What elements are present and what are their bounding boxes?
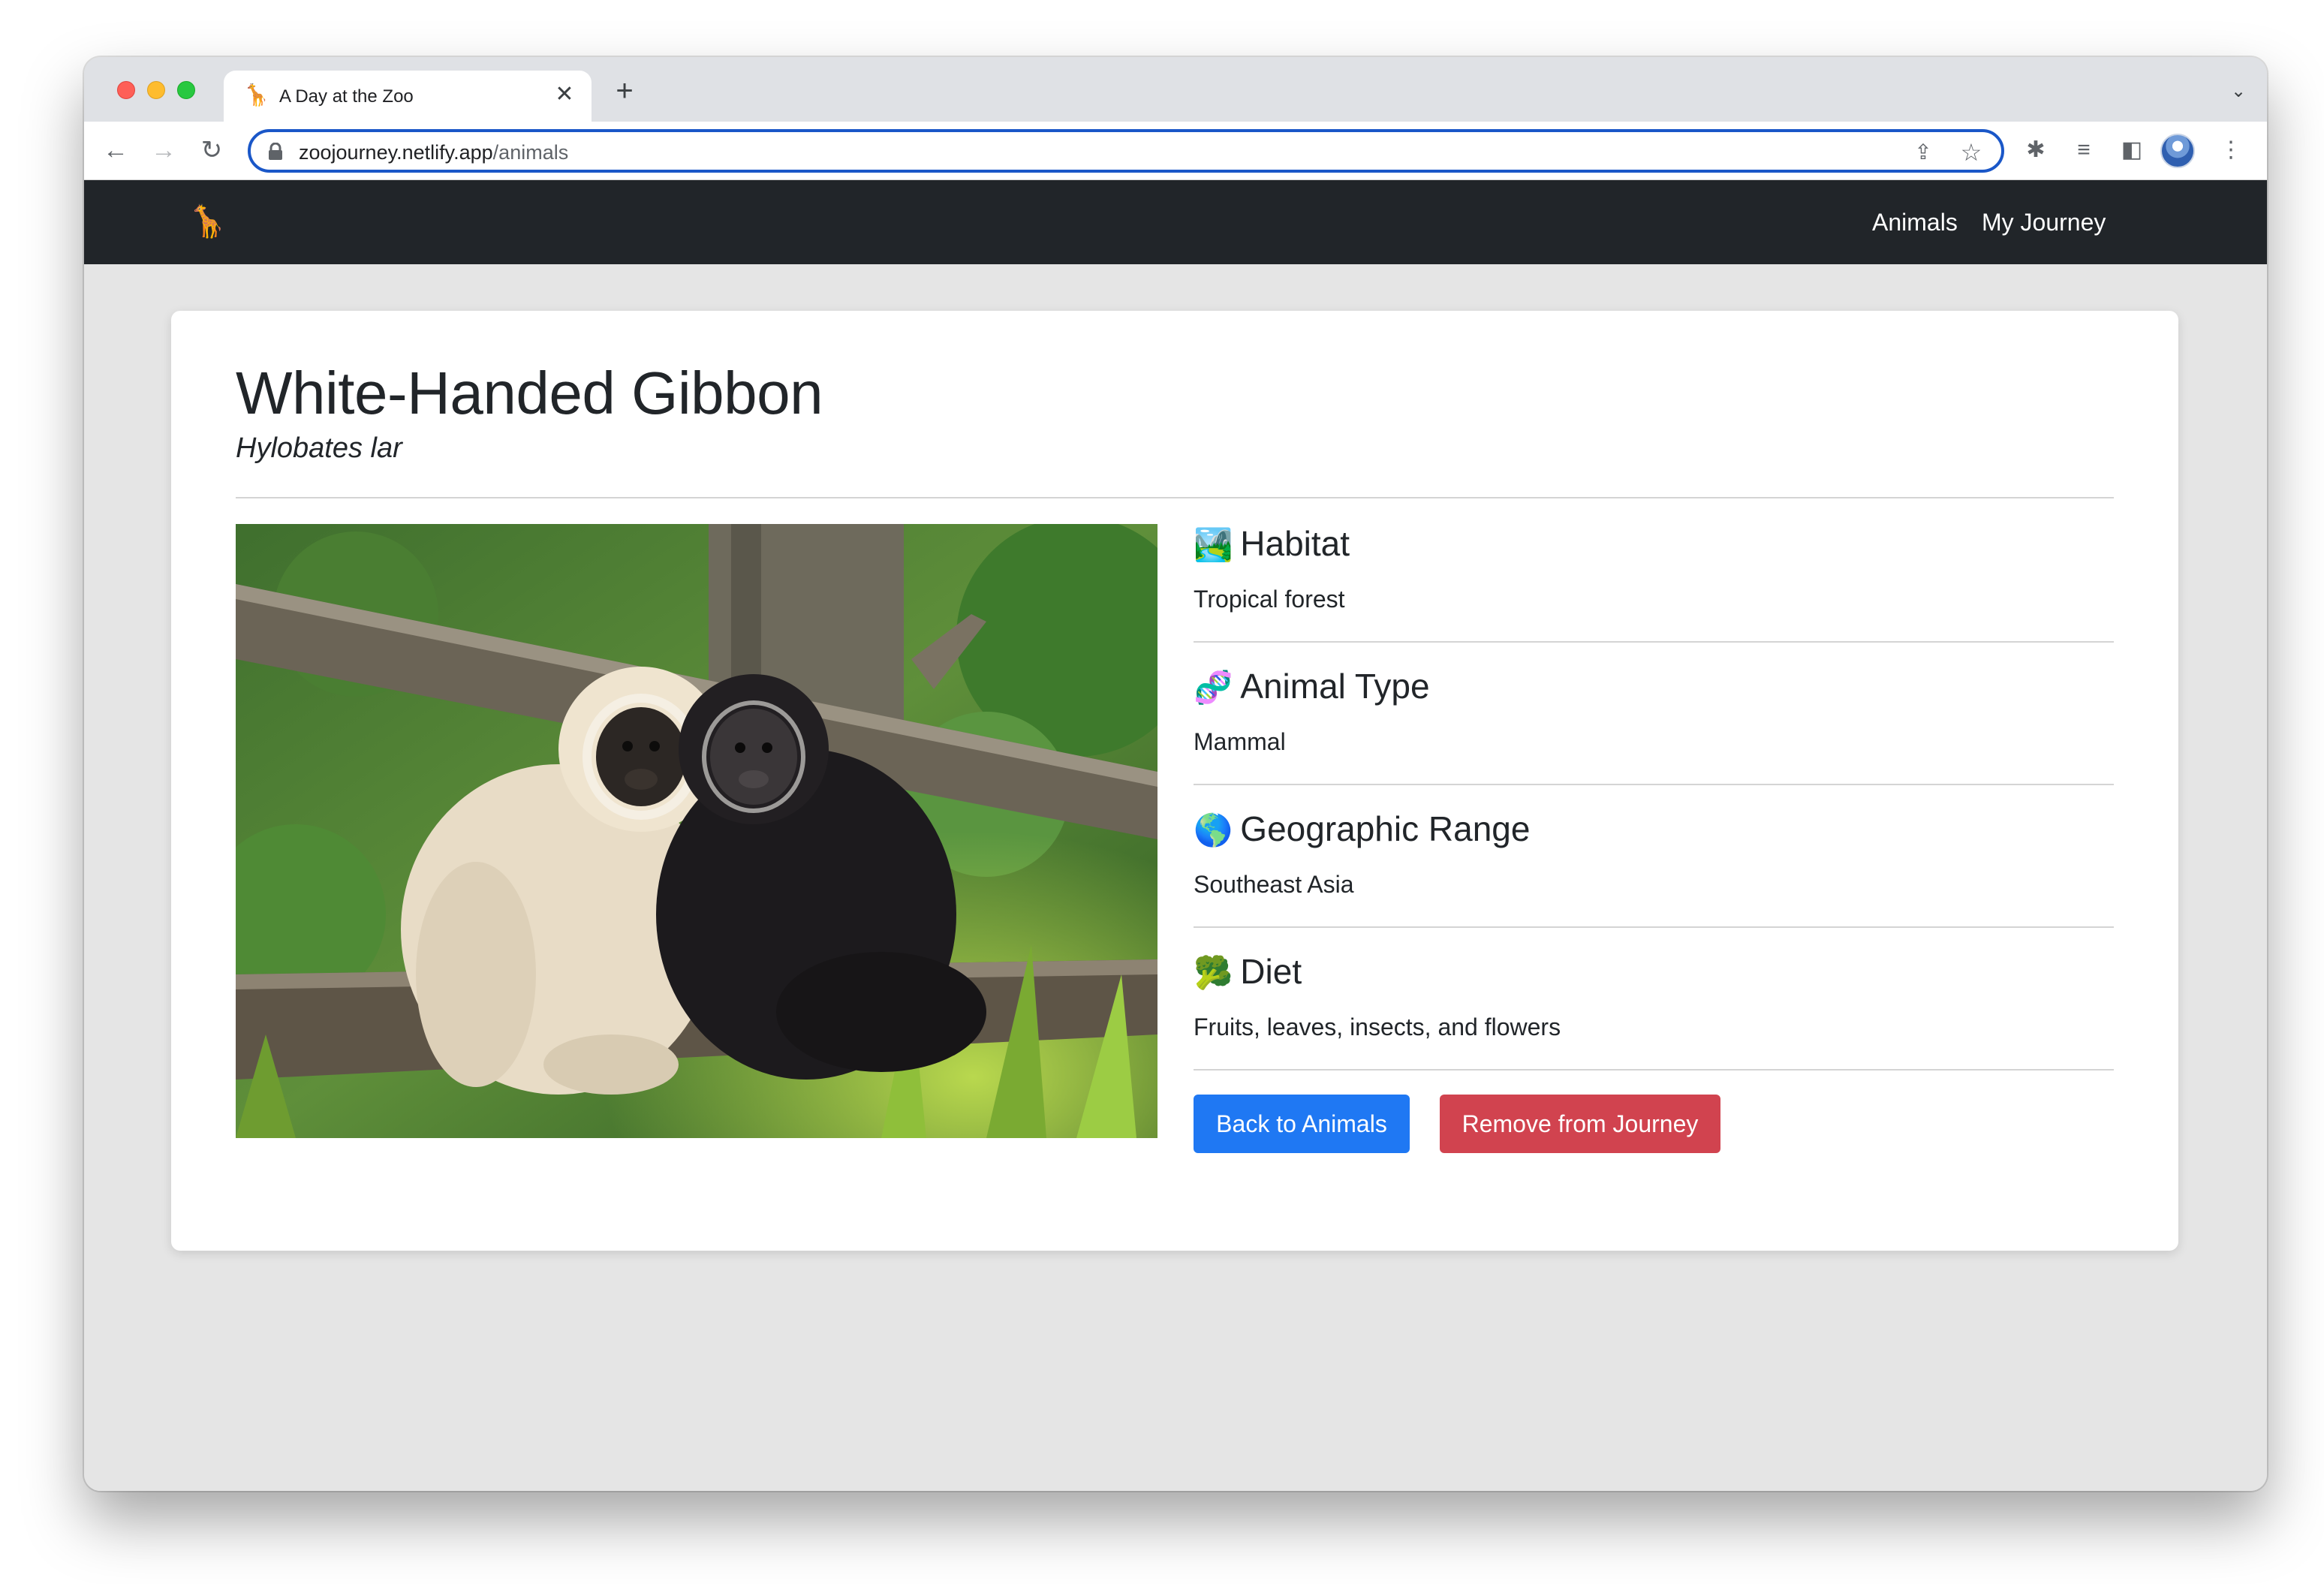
puzzle-icon[interactable]: ✱ [2021, 135, 2051, 165]
address-bar[interactable]: zoojourney.netlify.app/animals ⇪ ☆ [248, 129, 2004, 173]
fact-label: Habitat [1240, 524, 1350, 563]
landscape-icon: 🏞️ [1194, 527, 1233, 562]
star-icon[interactable]: ☆ [1958, 139, 1985, 166]
tab-strip: 🦒 A Day at the Zoo ✕ + ⌄ [84, 57, 2267, 122]
web-page: 🦒 Animals My Journey White-Handed Gibbon… [84, 180, 2267, 1491]
arrow-left-icon[interactable]: ← [99, 134, 132, 167]
plus-icon[interactable]: + [610, 76, 640, 107]
animal-facts: 🏞️ Habitat Tropical forest 🧬 Animal Type M… [1194, 311, 2114, 1212]
chevron-down-icon[interactable]: ⌄ [2225, 78, 2252, 105]
gibbon-photo-illustration [236, 524, 1157, 1138]
media-queue-icon[interactable]: ≡ [2069, 135, 2099, 165]
lock-icon[interactable] [267, 143, 284, 161]
giraffe-icon: 🦒 [243, 83, 269, 107]
fact-heading-animal-type: 🧬 Animal Type [1194, 665, 1430, 709]
fact-value-diet: Fruits, leaves, insects, and flowers [1194, 1013, 1561, 1040]
fact-label: Animal Type [1240, 667, 1430, 706]
kebab-menu-icon[interactable]: ⋮ [2216, 135, 2246, 165]
zoom-window-button[interactable] [177, 81, 195, 99]
url-text[interactable]: zoojourney.netlify.app/animals [299, 140, 568, 164]
fact-heading-habitat: 🏞️ Habitat [1194, 522, 1350, 566]
side-panel-icon[interactable]: ◧ [2117, 135, 2147, 165]
reload-icon[interactable]: ↻ [195, 134, 228, 167]
close-window-button[interactable] [117, 81, 135, 99]
divider [1194, 641, 2114, 643]
animal-card: White-Handed Gibbon Hylobates lar 🏞️ Hab… [171, 311, 2178, 1251]
divider [1194, 784, 2114, 785]
fact-heading-diet: 🥦 Diet [1194, 950, 1302, 994]
dna-icon: 🧬 [1194, 670, 1233, 705]
divider [1194, 926, 2114, 928]
share-icon[interactable]: ⇪ [1910, 139, 1937, 166]
minimize-window-button[interactable] [147, 81, 165, 99]
arrow-right-icon[interactable]: → [147, 134, 180, 167]
page-title: White-Handed Gibbon [236, 360, 823, 426]
browser-tab[interactable]: 🦒 A Day at the Zoo ✕ [224, 71, 592, 122]
tab-title: A Day at the Zoo [279, 86, 414, 107]
fact-label: Geographic Range [1240, 809, 1531, 848]
fact-heading-geographic-range: 🌎 Geographic Range [1194, 808, 1530, 851]
fact-value-habitat: Tropical forest [1194, 586, 1345, 613]
close-icon[interactable]: ✕ [551, 81, 578, 108]
site-navbar: 🦒 Animals My Journey [84, 180, 2267, 264]
giraffe-icon[interactable]: 🦒 [188, 203, 227, 240]
scientific-name: Hylobates lar [236, 432, 402, 464]
browser-window: 🦒 A Day at the Zoo ✕ + ⌄ ← → ↻ zoojourne… [84, 57, 2267, 1491]
divider [1194, 1069, 2114, 1071]
back-to-animals-button[interactable]: Back to Animals [1194, 1095, 1410, 1153]
nav-link-my-journey[interactable]: My Journey [1982, 207, 2106, 237]
fact-value-animal-type: Mammal [1194, 728, 1286, 755]
profile-avatar[interactable] [2160, 134, 2195, 168]
gibbon-photo [236, 524, 1157, 1138]
remove-from-journey-button[interactable]: Remove from Journey [1440, 1095, 1720, 1153]
url-path: /animals [492, 141, 569, 164]
browser-toolbar: ← → ↻ zoojourney.netlify.app/animals ⇪ ☆… [84, 122, 2267, 180]
globe-icon: 🌎 [1194, 812, 1233, 848]
nav-link-animals[interactable]: Animals [1872, 207, 1958, 237]
broccoli-icon: 🥦 [1194, 955, 1233, 990]
url-host: zoojourney.netlify.app [299, 141, 493, 164]
fact-value-geographic-range: Southeast Asia [1194, 871, 1354, 898]
fact-label: Diet [1240, 952, 1302, 991]
